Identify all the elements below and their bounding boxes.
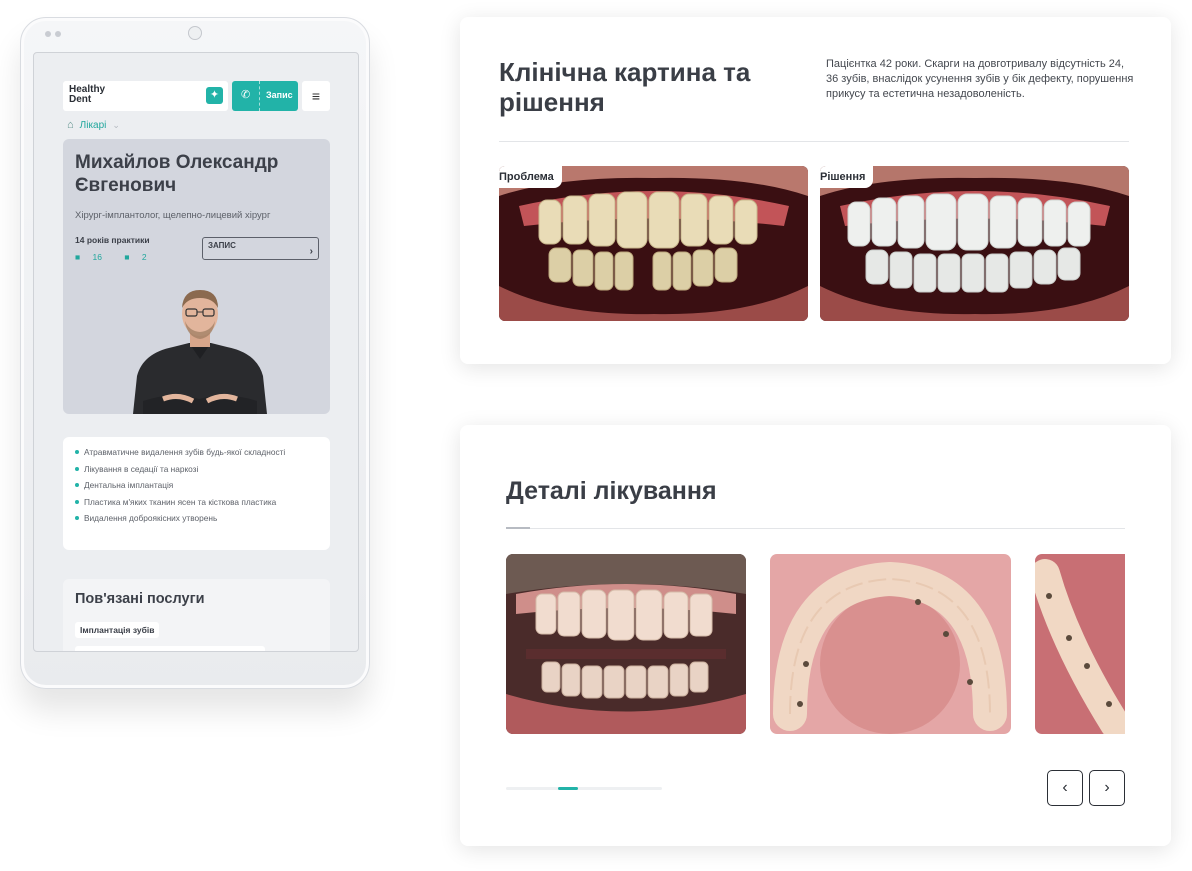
related-tag[interactable]: Імплантація зубів bbox=[75, 622, 160, 638]
treatment-title: Деталі лікування bbox=[506, 477, 717, 505]
tablet-camera bbox=[188, 26, 202, 40]
divider bbox=[506, 528, 1125, 529]
reviews-stat: ■ 16 bbox=[75, 252, 112, 262]
doctor-name: Михайлов Олександр Євгенович bbox=[75, 152, 279, 196]
doctor-book-label: ЗАПИС bbox=[208, 241, 236, 250]
tablet-dot bbox=[55, 31, 61, 37]
services-list: Атравматичне видалення зубів будь-якої с… bbox=[63, 437, 330, 550]
doctor-card: Михайлов Олександр Євгенович Хірург-імпл… bbox=[63, 139, 330, 414]
logo-box[interactable]: Healthy Dent ✦ bbox=[63, 81, 228, 111]
cases-stat: ■ 2 bbox=[124, 252, 156, 262]
gallery-image bbox=[506, 554, 746, 734]
book-label: Запис bbox=[266, 90, 293, 100]
mobile-header: Healthy Dent ✦ ✆ Запис ≡ bbox=[63, 81, 330, 111]
gallery-progress bbox=[506, 787, 662, 790]
solution-label: Рішення bbox=[820, 166, 874, 188]
doctor-experience: 14 років практики bbox=[75, 235, 150, 245]
related-tag-cutoff[interactable] bbox=[75, 646, 265, 651]
doctor-stats: ■ 16 ■ 2 bbox=[75, 252, 167, 262]
doctor-specialty: Хірург-імплантолог, щелепно-лицевий хіру… bbox=[75, 210, 271, 221]
gallery-prev-button[interactable]: ‹ bbox=[1047, 770, 1083, 806]
tablet-screen: Healthy Dent ✦ ✆ Запис ≡ ⌂ Лікарі ⌄ Михайл… bbox=[33, 52, 359, 652]
sparkle-icon[interactable]: ✦ bbox=[206, 87, 223, 104]
logo[interactable]: Healthy Dent bbox=[69, 85, 129, 105]
list-item: Лікування в седації та наркозі bbox=[75, 464, 330, 481]
breadcrumb: ⌂ Лікарі ⌄ bbox=[67, 119, 120, 131]
gallery-image-1[interactable] bbox=[506, 554, 746, 734]
chevron-right-icon: › bbox=[309, 246, 313, 257]
problem-label: Проблема bbox=[499, 166, 562, 188]
clinical-title: Клінічна картина та рішення bbox=[499, 57, 751, 117]
clinical-description: Пацієнтка 42 роки. Скарги на довготривал… bbox=[826, 58, 1134, 100]
doctor-book-button[interactable]: ЗАПИС › bbox=[202, 237, 319, 260]
book-button[interactable]: ✆ Запис bbox=[232, 81, 298, 111]
problem-photo[interactable]: Проблема bbox=[499, 166, 808, 321]
clinical-card: Клінічна картина та рішення Пацієнтка 42… bbox=[460, 17, 1171, 364]
list-item: Атравматичне видалення зубів будь-якої с… bbox=[75, 447, 330, 464]
divider bbox=[259, 81, 260, 111]
reviews-count: 16 bbox=[92, 252, 102, 262]
gallery-image-2[interactable] bbox=[770, 554, 1011, 734]
home-icon[interactable]: ⌂ bbox=[67, 119, 74, 131]
gallery-image bbox=[770, 554, 1011, 734]
list-item: Видалення доброякісних утворень bbox=[75, 513, 330, 530]
chevron-down-icon[interactable]: ⌄ bbox=[112, 120, 120, 130]
menu-icon[interactable]: ≡ bbox=[302, 81, 330, 111]
cases-count: 2 bbox=[141, 252, 147, 262]
solution-photo[interactable]: Рішення bbox=[820, 166, 1129, 321]
doctor-photo bbox=[133, 290, 267, 414]
divider-accent bbox=[506, 527, 530, 529]
comment-icon: ■ bbox=[75, 252, 81, 262]
gallery-image bbox=[1035, 554, 1125, 734]
chevron-left-icon: ‹ bbox=[1062, 779, 1068, 796]
list-item: Дентальна імплантація bbox=[75, 480, 330, 497]
gallery-next-button[interactable]: › bbox=[1089, 770, 1125, 806]
list-item: Пластика м'яких тканин ясен та кісткова … bbox=[75, 497, 330, 514]
breadcrumb-doctors[interactable]: Лікарі bbox=[80, 120, 107, 131]
gallery-image-3[interactable] bbox=[1035, 554, 1125, 734]
chevron-right-icon: › bbox=[1104, 779, 1110, 796]
divider bbox=[499, 141, 1129, 142]
tablet-mockup: Healthy Dent ✦ ✆ Запис ≡ ⌂ Лікарі ⌄ Михайл… bbox=[20, 17, 370, 689]
folder-icon: ■ bbox=[124, 252, 130, 262]
treatment-card: Деталі лікування ‹ › bbox=[460, 425, 1171, 846]
solution-teeth-image bbox=[820, 166, 1129, 321]
phone-icon: ✆ bbox=[241, 89, 251, 101]
problem-teeth-image bbox=[499, 166, 808, 321]
gallery-progress-fill bbox=[558, 787, 578, 790]
related-services: Пов'язані послуги Імплантація зубів bbox=[63, 579, 330, 651]
related-title: Пов'язані послуги bbox=[75, 591, 205, 607]
tablet-dot bbox=[45, 31, 51, 37]
